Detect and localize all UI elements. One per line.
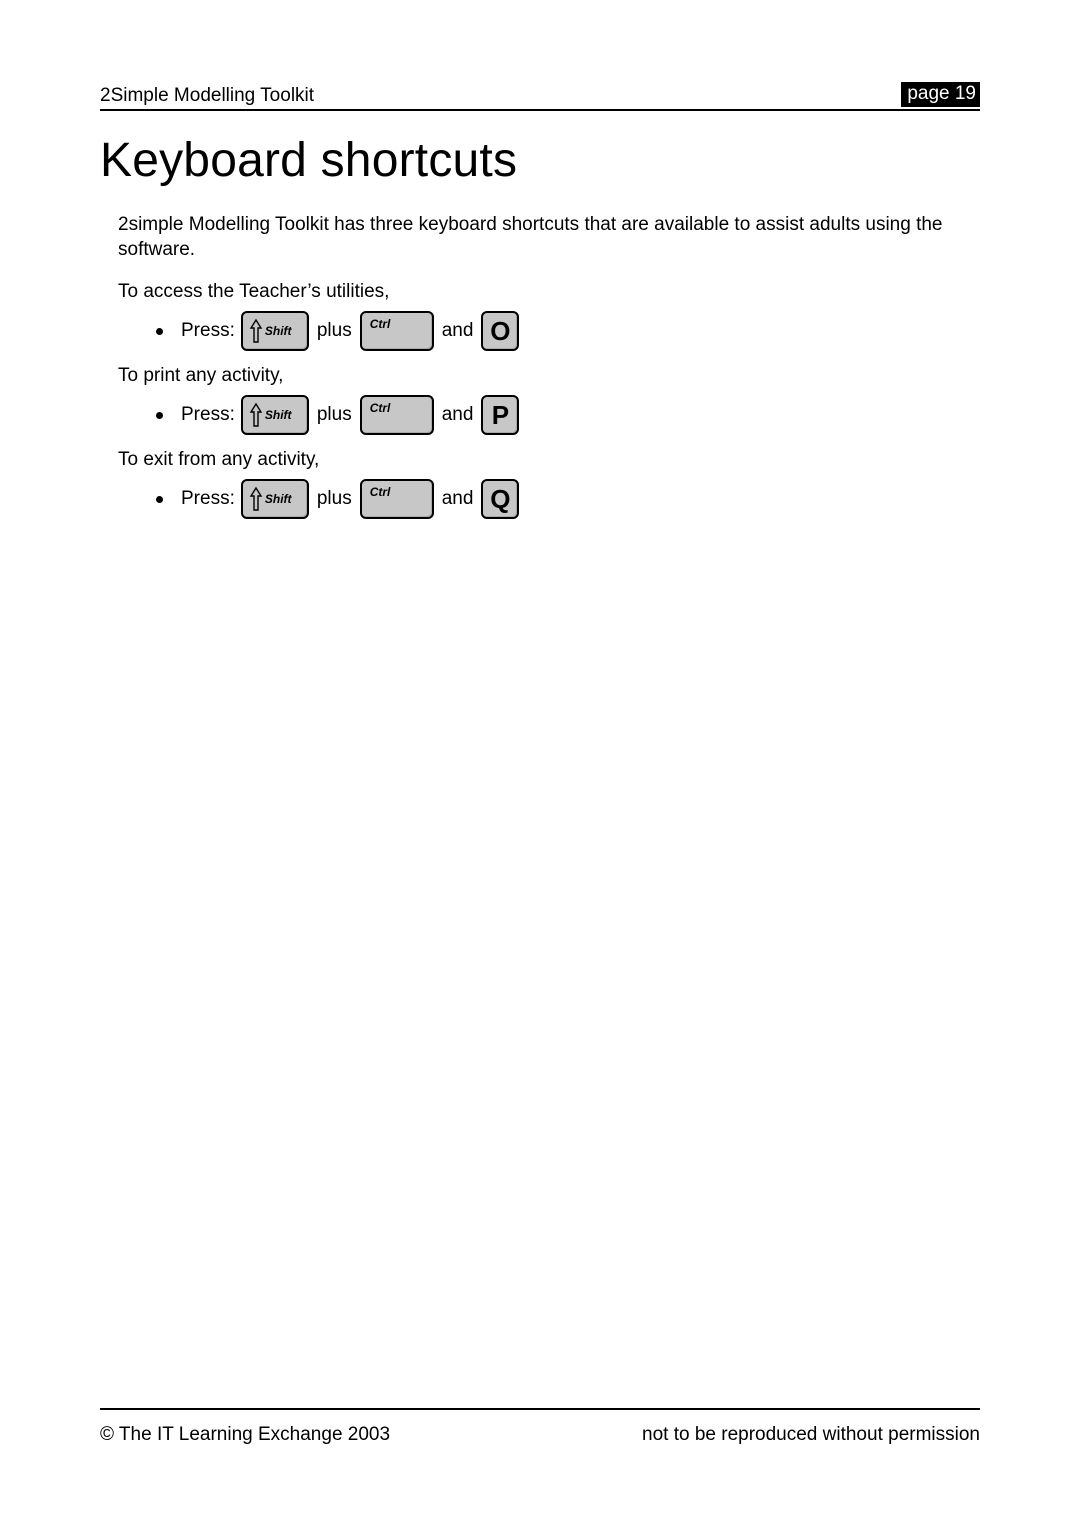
page-header: 2Simple Modelling Toolkit page 19 [100, 82, 980, 111]
shift-key-label: Shift [265, 492, 292, 506]
shift-key: Shift [241, 479, 309, 519]
shift-key-label: Shift [265, 324, 292, 338]
connector-plus: plus [317, 404, 352, 426]
footer-notice: not to be reproduced without permission [642, 1424, 980, 1446]
shift-arrow-icon [249, 486, 263, 512]
press-label: Press: [181, 404, 235, 426]
page-number-badge: page 19 [901, 82, 980, 107]
bullet-icon [156, 328, 163, 335]
shortcut-label: To print any activity, [118, 365, 980, 387]
ctrl-key-label: Ctrl [370, 485, 391, 499]
ctrl-key-label: Ctrl [370, 401, 391, 415]
intro-paragraph: 2simple Modelling Toolkit has three keyb… [118, 212, 980, 263]
ctrl-key: Ctrl [360, 479, 434, 519]
letter-key: P [481, 395, 519, 435]
shortcut-label: To access the Teacher’s utilities, [118, 281, 980, 303]
letter-key: O [481, 311, 519, 351]
connector-and: and [442, 404, 474, 426]
connector-and: and [442, 320, 474, 342]
connector-and: and [442, 488, 474, 510]
page-heading: Keyboard shortcuts [100, 133, 980, 188]
bullet-icon [156, 412, 163, 419]
letter-key-label: P [492, 400, 509, 431]
doc-title: 2Simple Modelling Toolkit [100, 85, 314, 107]
letter-key: Q [481, 479, 519, 519]
shortcut-row: Press: Shift plus Ctrl and P [156, 395, 980, 435]
ctrl-key-label: Ctrl [370, 317, 391, 331]
shift-key: Shift [241, 311, 309, 351]
connector-plus: plus [317, 320, 352, 342]
ctrl-key: Ctrl [360, 395, 434, 435]
shift-arrow-icon [249, 318, 263, 344]
shortcut-row: Press: Shift plus Ctrl and O [156, 311, 980, 351]
page-footer: © The IT Learning Exchange 2003 not to b… [100, 1408, 980, 1446]
connector-plus: plus [317, 488, 352, 510]
letter-key-label: O [490, 316, 510, 347]
press-label: Press: [181, 488, 235, 510]
shortcut-label: To exit from any activity, [118, 449, 980, 471]
footer-copyright: © The IT Learning Exchange 2003 [100, 1424, 390, 1446]
shortcut-row: Press: Shift plus Ctrl and Q [156, 479, 980, 519]
ctrl-key: Ctrl [360, 311, 434, 351]
shift-arrow-icon [249, 402, 263, 428]
press-label: Press: [181, 320, 235, 342]
bullet-icon [156, 496, 163, 503]
shift-key: Shift [241, 395, 309, 435]
shift-key-label: Shift [265, 408, 292, 422]
letter-key-label: Q [490, 484, 510, 515]
